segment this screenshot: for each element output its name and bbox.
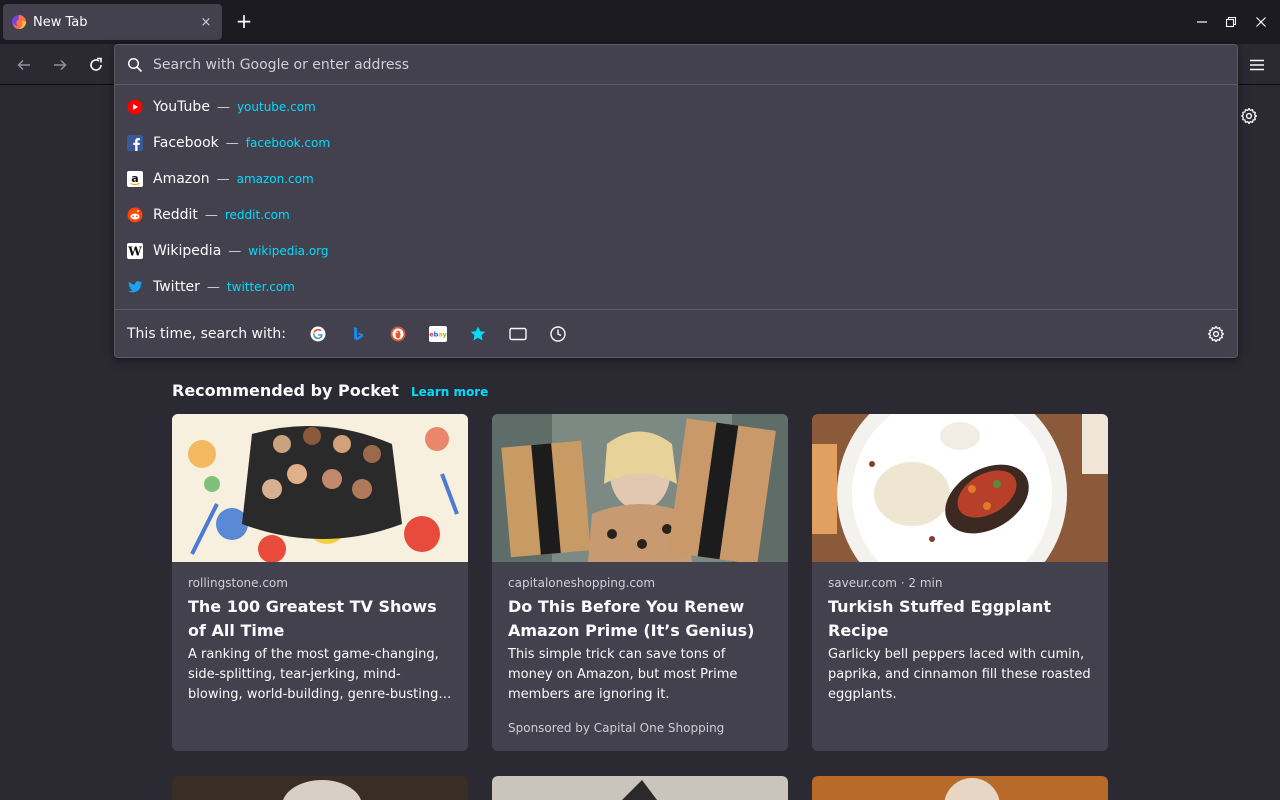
hamburger-menu-icon[interactable] xyxy=(1245,53,1269,77)
card-source: rollingstone.com xyxy=(188,576,288,590)
card-thumbnail xyxy=(492,414,788,562)
result-facebook[interactable]: Facebook — facebook.com xyxy=(115,125,1237,161)
result-amazon[interactable]: a Amazon — amazon.com xyxy=(115,161,1237,197)
card-excerpt: This simple trick can save tons of money… xyxy=(508,647,738,702)
new-tab-button[interactable]: + xyxy=(232,10,256,34)
svg-text:W: W xyxy=(127,245,142,259)
reload-icon[interactable] xyxy=(84,53,108,77)
restore-icon[interactable] xyxy=(1221,12,1241,32)
amazon-icon: a xyxy=(127,171,143,187)
pocket-card[interactable] xyxy=(812,776,1108,800)
search-icon xyxy=(127,57,143,73)
tab-new-tab[interactable]: New Tab × xyxy=(3,4,222,40)
card-excerpt: A ranking of the most game-changing, sid… xyxy=(188,647,439,702)
card-title: Turkish Stuffed Eggplant Recipe xyxy=(828,597,1052,640)
bing-icon[interactable] xyxy=(348,324,368,344)
result-separator: — xyxy=(204,207,218,223)
back-icon[interactable] xyxy=(12,53,36,77)
pocket-card[interactable]: capitaloneshopping.com Do This Before Yo… xyxy=(492,414,788,751)
result-url: wikipedia.org xyxy=(248,244,329,258)
history-icon[interactable] xyxy=(548,324,568,344)
tab-strip: New Tab × + xyxy=(0,0,1280,44)
pocket-card[interactable]: saveur.com · 2 min Turkish Stuffed Eggpl… xyxy=(812,414,1108,751)
one-off-search-bar: This time, search with: ebay xyxy=(115,309,1237,358)
result-youtube[interactable]: YouTube — youtube.com xyxy=(115,89,1237,125)
tab-title: New Tab xyxy=(33,14,88,30)
result-separator: — xyxy=(228,243,242,259)
result-separator: — xyxy=(225,135,239,151)
close-tab-icon[interactable]: × xyxy=(198,14,214,30)
result-name: Twitter xyxy=(153,279,200,295)
urlbar-input-row xyxy=(115,45,1237,85)
duckduckgo-icon[interactable] xyxy=(388,324,408,344)
result-name: Amazon xyxy=(153,171,210,187)
card-source: saveur.com · 2 min xyxy=(828,576,943,590)
result-name: YouTube xyxy=(153,99,210,115)
youtube-icon xyxy=(127,99,143,115)
personalize-gear-icon[interactable] xyxy=(1240,107,1258,125)
result-name: Facebook xyxy=(153,135,219,151)
svg-text:ebay: ebay xyxy=(429,331,447,339)
reddit-icon xyxy=(127,207,143,223)
result-separator: — xyxy=(216,99,230,115)
card-thumbnail xyxy=(172,414,468,562)
forward-icon[interactable] xyxy=(48,53,72,77)
urlbar-input[interactable] xyxy=(153,56,1225,73)
result-twitter[interactable]: Twitter — twitter.com xyxy=(115,269,1237,305)
tabs-icon[interactable] xyxy=(508,324,528,344)
google-icon[interactable] xyxy=(308,324,328,344)
result-url: twitter.com xyxy=(226,280,295,294)
result-name: Reddit xyxy=(153,207,198,223)
card-title: The 100 Greatest TV Shows of All Time xyxy=(188,597,437,640)
search-settings-gear-icon[interactable] xyxy=(1207,325,1225,343)
learn-more-link[interactable]: Learn more xyxy=(411,385,488,399)
pocket-card[interactable]: rollingstone.com The 100 Greatest TV Sho… xyxy=(172,414,468,751)
result-name: Wikipedia xyxy=(153,243,222,259)
urlbar-results: YouTube — youtube.com Facebook — faceboo… xyxy=(115,85,1237,305)
pocket-title: Recommended by Pocket xyxy=(172,381,399,400)
result-separator: — xyxy=(206,279,220,295)
card-sponsor: Sponsored by Capital One Shopping xyxy=(508,721,725,735)
card-thumbnail xyxy=(812,414,1108,562)
result-reddit[interactable]: Reddit — reddit.com xyxy=(115,197,1237,233)
result-url: reddit.com xyxy=(224,208,290,222)
facebook-icon xyxy=(127,135,143,151)
pocket-card[interactable] xyxy=(492,776,788,800)
result-url: facebook.com xyxy=(245,136,331,150)
pocket-card[interactable] xyxy=(172,776,468,800)
result-separator: — xyxy=(216,171,230,187)
card-source: capitaloneshopping.com xyxy=(508,576,656,590)
firefox-icon xyxy=(11,14,27,30)
card-title: Do This Before You Renew Amazon Prime (I… xyxy=(508,597,755,640)
minimize-icon[interactable] xyxy=(1192,12,1212,32)
result-url: youtube.com xyxy=(236,100,316,114)
card-excerpt: Garlicky bell peppers laced with cumin, … xyxy=(828,647,1091,702)
svg-text:a: a xyxy=(131,172,138,185)
twitter-icon xyxy=(127,279,143,295)
pocket-header: Recommended by Pocket Learn more xyxy=(172,381,488,400)
close-window-icon[interactable] xyxy=(1251,12,1271,32)
ebay-icon[interactable]: ebay xyxy=(428,324,448,344)
bookmarks-star-icon[interactable] xyxy=(468,324,488,344)
one-off-label: This time, search with: xyxy=(127,326,286,342)
result-wikipedia[interactable]: W Wikipedia — wikipedia.org xyxy=(115,233,1237,269)
wikipedia-icon: W xyxy=(127,243,143,259)
urlbar-dropdown: YouTube — youtube.com Facebook — faceboo… xyxy=(114,44,1238,358)
result-url: amazon.com xyxy=(236,172,314,186)
